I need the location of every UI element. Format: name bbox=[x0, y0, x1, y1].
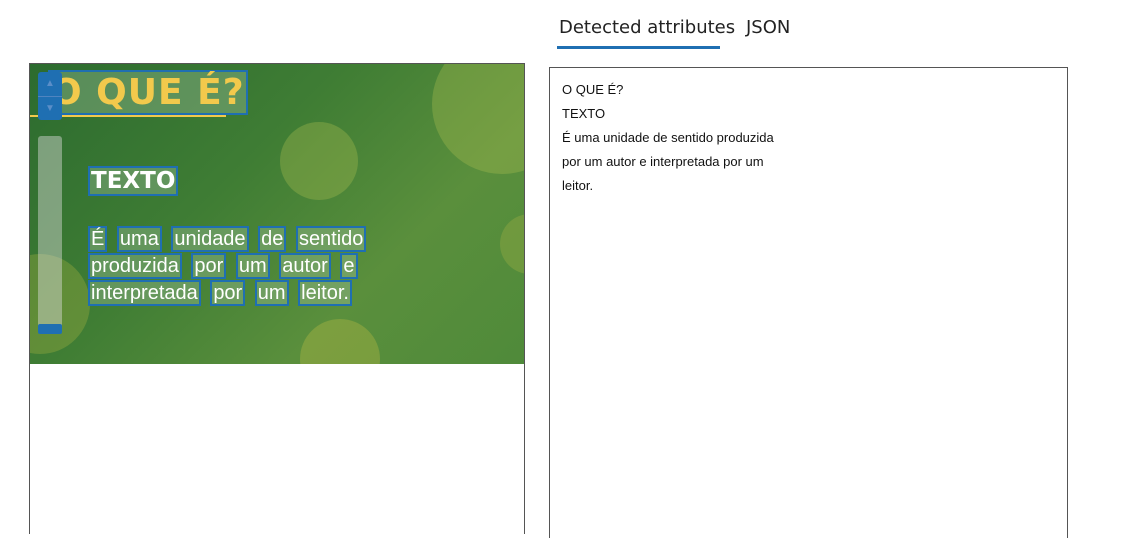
detected-word-box: TEXTO bbox=[88, 166, 179, 196]
detected-word-box: e bbox=[340, 253, 358, 279]
slide-body-text: É uma unidade de sentido produzida por u… bbox=[88, 226, 468, 307]
zoom-in-button[interactable]: ▲ bbox=[38, 72, 62, 96]
detected-word-box: por bbox=[191, 253, 227, 279]
slide-image: O QUE É? TEXTO É uma unidade de sentido … bbox=[30, 64, 524, 364]
decor-circle bbox=[500, 214, 524, 274]
zoom-controls: ▲ ▼ bbox=[38, 72, 62, 120]
detected-text-panel: O QUE É? TEXTO É uma unidade de sentido … bbox=[549, 67, 1068, 538]
tab-json[interactable]: JSON bbox=[746, 12, 796, 46]
detected-word-box: leitor. bbox=[298, 280, 352, 306]
detected-word-box: uma bbox=[116, 226, 162, 252]
slide-title: O QUE É? bbox=[48, 70, 248, 116]
detected-word-box: unidade bbox=[171, 226, 249, 252]
decor-circle bbox=[280, 122, 358, 200]
detected-word-box: um bbox=[235, 253, 270, 279]
tab-detected-attributes[interactable]: Detected attributes bbox=[559, 12, 735, 46]
detected-word-box: sentido bbox=[295, 226, 367, 252]
detected-line: TEXTO bbox=[562, 106, 606, 121]
detected-line: É uma unidade de sentido produzida bbox=[562, 130, 774, 145]
image-preview-panel: O QUE É? TEXTO É uma unidade de sentido … bbox=[29, 63, 525, 534]
detected-word-box: produzida bbox=[88, 253, 182, 279]
detected-line: por um autor e interpretada por um bbox=[562, 154, 764, 169]
zoom-slider-track[interactable] bbox=[38, 136, 62, 334]
detected-line: leitor. bbox=[562, 178, 594, 193]
decor-circle bbox=[432, 64, 524, 174]
detected-word-box: O QUE É? bbox=[48, 70, 248, 115]
decor-circle bbox=[300, 319, 380, 364]
detected-word-box: interpretada bbox=[88, 280, 201, 306]
detected-word-box: de bbox=[258, 226, 287, 252]
detected-word-box: autor bbox=[279, 253, 331, 279]
detected-word-box: É bbox=[88, 226, 108, 252]
detected-word-box: um bbox=[254, 280, 289, 306]
slide-heading: TEXTO bbox=[88, 166, 179, 196]
detected-word-box: por bbox=[210, 280, 246, 306]
active-tab-indicator bbox=[557, 46, 720, 49]
detected-text-lines: O QUE É? TEXTO É uma unidade de sentido … bbox=[562, 78, 774, 198]
detected-line: O QUE É? bbox=[562, 82, 624, 97]
zoom-out-button[interactable]: ▼ bbox=[38, 96, 62, 121]
zoom-slider-thumb[interactable] bbox=[38, 324, 62, 334]
